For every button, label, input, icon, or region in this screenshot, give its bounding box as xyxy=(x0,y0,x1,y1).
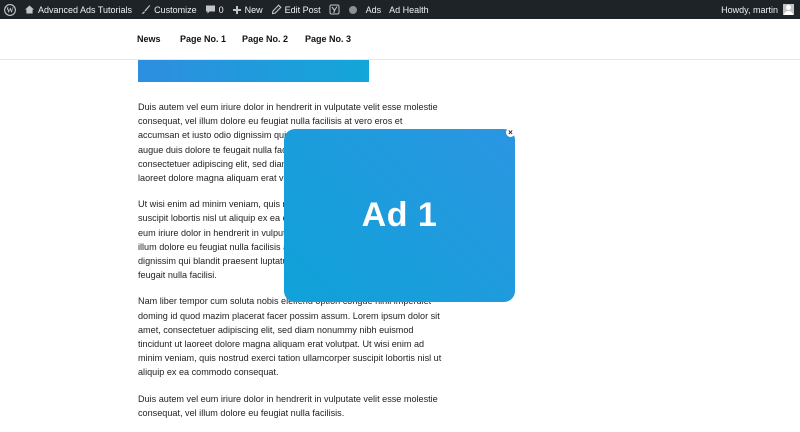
wordpress-logo-icon: W xyxy=(4,3,16,16)
ad-health-label: Ad Health xyxy=(389,4,429,15)
close-icon[interactable]: × xyxy=(506,128,515,137)
customize-label: Customize xyxy=(154,4,197,15)
admin-bar: W Advanced Ads Tutorials Customize 0 New… xyxy=(0,0,800,19)
new-content-link[interactable]: New xyxy=(228,0,267,19)
status-indicator[interactable] xyxy=(344,0,362,19)
nav-item-page-3[interactable]: Page No. 3 xyxy=(305,34,351,44)
svg-text:W: W xyxy=(6,5,14,14)
edit-post-label: Edit Post xyxy=(284,4,321,15)
site-navigation: News Page No. 1 Page No. 2 Page No. 3 xyxy=(0,19,800,60)
ad-health-link[interactable]: Ad Health xyxy=(385,0,433,19)
site-title: Advanced Ads Tutorials xyxy=(38,4,133,15)
my-account-link[interactable]: Howdy, martin xyxy=(721,0,800,19)
site-name-link[interactable]: Advanced Ads Tutorials xyxy=(20,0,136,19)
header-image xyxy=(138,60,369,82)
plus-icon xyxy=(232,5,242,15)
pencil-icon xyxy=(271,4,282,15)
howdy-label: Howdy, martin xyxy=(721,4,778,15)
ad-label: Ad 1 xyxy=(361,196,438,234)
customize-link[interactable]: Customize xyxy=(136,0,201,19)
comment-icon xyxy=(205,4,216,15)
comments-count: 0 xyxy=(218,4,224,15)
user-avatar-icon xyxy=(783,4,794,15)
edit-post-link[interactable]: Edit Post xyxy=(267,0,325,19)
nav-item-news[interactable]: News xyxy=(137,34,161,44)
nav-item-page-2[interactable]: Page No. 2 xyxy=(242,34,288,44)
nav-item-page-1[interactable]: Page No. 1 xyxy=(180,34,226,44)
brush-icon xyxy=(140,4,151,15)
wordpress-logo-button[interactable]: W xyxy=(0,0,20,19)
ads-label: Ads xyxy=(365,4,382,15)
yoast-menu[interactable] xyxy=(325,0,344,19)
paragraph: Duis autem vel eum iriure dolor in hendr… xyxy=(138,393,438,418)
ad-popup[interactable]: Ad 1 xyxy=(284,129,515,302)
paragraph: Nam liber tempor cum soluta nobis eleife… xyxy=(138,296,442,378)
comments-link[interactable]: 0 xyxy=(201,0,228,19)
status-dot-icon xyxy=(348,5,358,15)
new-label: New xyxy=(244,4,263,15)
ads-link[interactable]: Ads xyxy=(362,0,386,19)
home-icon xyxy=(24,4,35,15)
yoast-icon xyxy=(329,4,340,15)
